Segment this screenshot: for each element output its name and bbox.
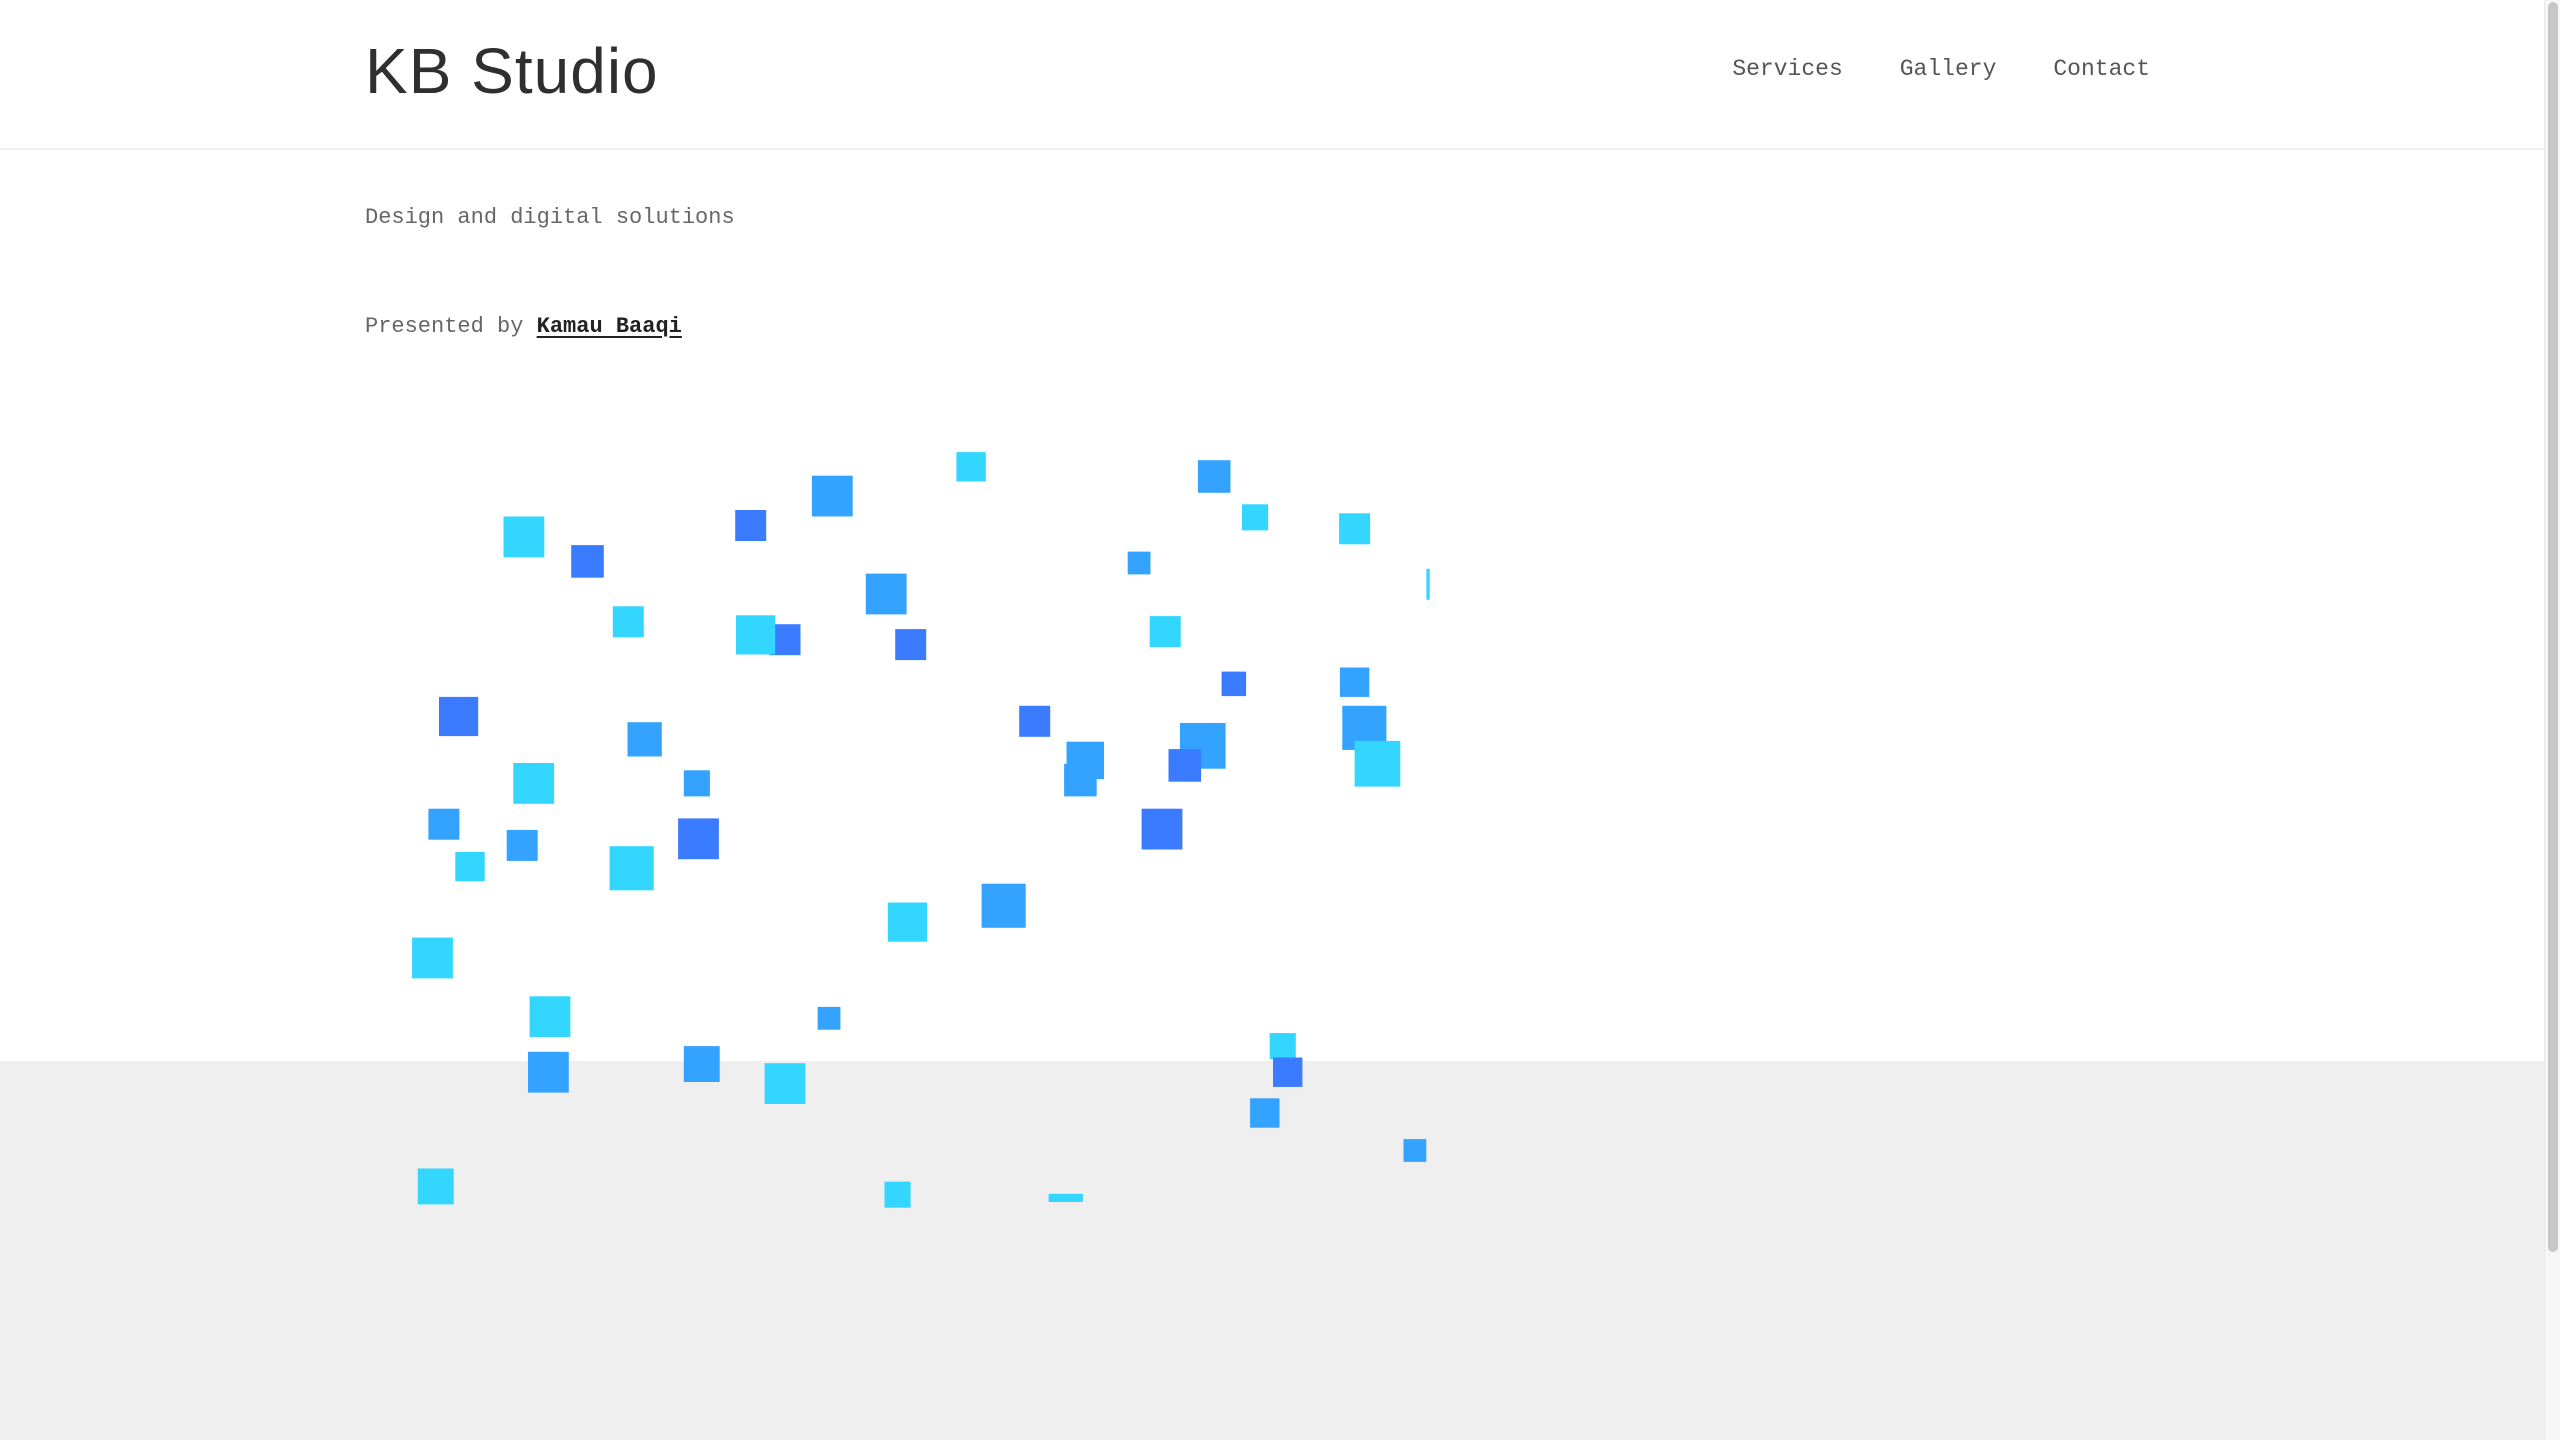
particle-square	[571, 545, 604, 578]
particle-square	[612, 606, 644, 638]
particle-square	[735, 510, 767, 541]
particle-square	[528, 1051, 569, 1093]
nav-gallery[interactable]: Gallery	[1900, 56, 1997, 82]
particle-square	[1197, 460, 1231, 493]
particle-square	[417, 1168, 454, 1205]
particle-square	[1426, 568, 1430, 600]
particle-square	[1250, 1098, 1280, 1128]
particle-square	[736, 615, 776, 655]
particle-square	[683, 1046, 720, 1082]
particle-square	[1221, 671, 1247, 697]
particle-square	[1168, 749, 1202, 782]
particle-square	[627, 722, 662, 757]
particle-square	[506, 829, 538, 861]
particle-square	[1354, 740, 1401, 787]
particle-square	[811, 475, 853, 517]
particle-square	[428, 808, 460, 840]
particle-square	[817, 1006, 841, 1030]
particle-square	[764, 1063, 806, 1104]
hero-tagline: Design and digital solutions	[365, 205, 735, 230]
scrollbar-thumb[interactable]	[2548, 2, 2558, 1252]
presented-by: Presented by Kamau Baaqi	[365, 314, 682, 339]
particle-square	[1339, 513, 1371, 545]
nav-services[interactable]: Services	[1732, 56, 1842, 82]
particle-square	[439, 696, 479, 737]
particle-square	[503, 516, 545, 558]
particle-square	[513, 763, 555, 804]
page-scrollbar[interactable]	[2544, 0, 2560, 1440]
particle-square	[981, 883, 1026, 928]
particle-square	[1339, 667, 1370, 697]
main-nav: Services Gallery Contact	[1732, 56, 2150, 82]
particle-square	[1242, 504, 1269, 531]
particle-square	[1048, 1193, 1083, 1202]
presenter-link[interactable]: Kamau Baaqi	[537, 314, 682, 339]
particle-square	[1064, 763, 1097, 797]
particle-square	[412, 937, 453, 979]
particle-square	[884, 1181, 911, 1208]
particle-square	[1141, 808, 1183, 850]
nav-contact[interactable]: Contact	[2053, 56, 2150, 82]
particle-square	[1273, 1057, 1303, 1087]
particle-square	[1403, 1139, 1427, 1162]
particle-square	[609, 846, 654, 891]
particle-square	[1269, 1033, 1296, 1060]
site-header: KB Studio Services Gallery Contact	[0, 0, 2545, 150]
particle-square	[529, 996, 571, 1038]
particle-square	[956, 452, 986, 482]
particle-square	[1127, 551, 1151, 575]
particle-square	[865, 573, 907, 615]
particle-square	[895, 629, 927, 661]
presented-by-prefix: Presented by	[365, 314, 537, 339]
site-logo[interactable]: KB Studio	[365, 34, 659, 108]
particle-square	[455, 851, 485, 882]
particle-square	[887, 902, 927, 942]
particle-square	[1019, 705, 1051, 737]
page: KB Studio Services Gallery Contact Desig…	[0, 0, 2560, 1440]
particle-square	[683, 770, 710, 797]
particle-square	[678, 818, 719, 860]
particle-square	[1149, 616, 1181, 648]
